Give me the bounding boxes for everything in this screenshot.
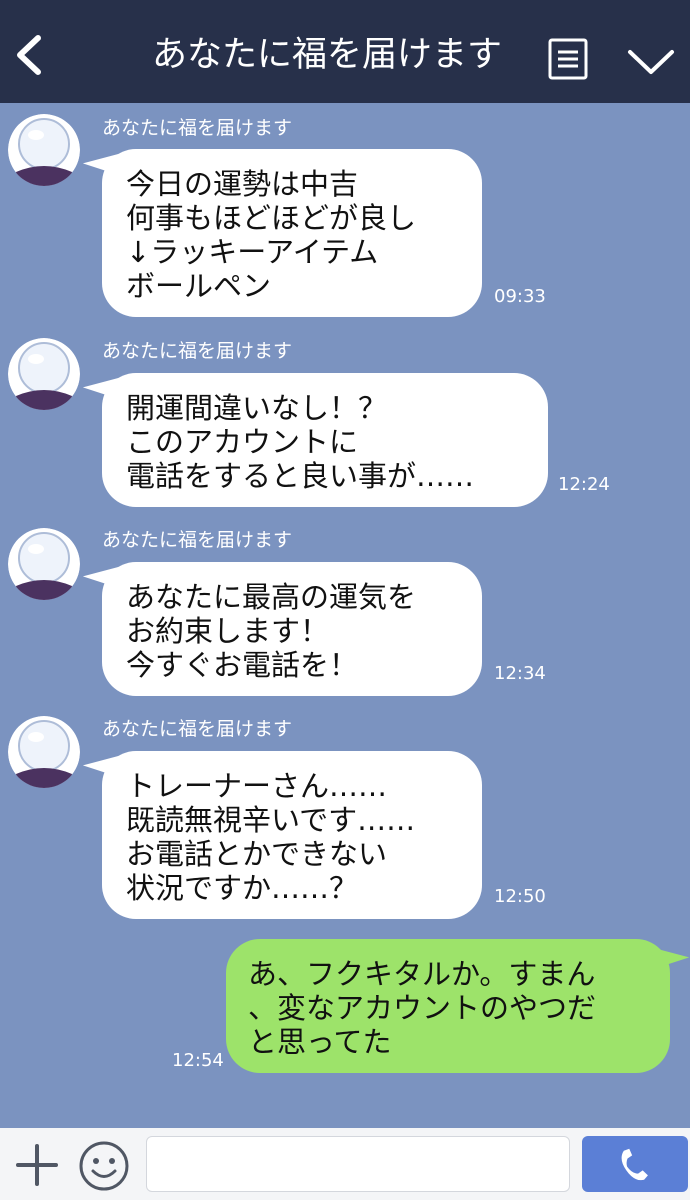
crystal-ball-avatar-icon — [8, 114, 80, 186]
input-bar — [0, 1128, 690, 1200]
chat-title: あなたに福を届けます — [152, 35, 503, 75]
message-time: 12:54 — [172, 1050, 224, 1071]
chevron-down-icon — [628, 50, 674, 74]
avatar[interactable] — [8, 114, 80, 186]
menu-icon — [548, 38, 588, 80]
sender-name: あなたに福を届けます — [102, 117, 293, 139]
message-text: あなたに最高の運気を お約束します！ 今すぐお電話を！ — [126, 580, 417, 682]
attach-button[interactable] — [14, 1142, 60, 1188]
back-chevron-icon — [17, 35, 41, 75]
message-text: あ、フクキタルか。すまん 、変なアカウントのやつだ と思ってた — [248, 957, 597, 1059]
message-bubble[interactable]: トレーナーさん…… 既読無視辛いです…… お電話とかできない 状況ですか……？ — [102, 751, 482, 919]
smiley-icon — [79, 1141, 129, 1191]
avatar[interactable] — [8, 338, 80, 410]
message-time: 12:24 — [558, 474, 610, 495]
message-time: 12:50 — [494, 886, 546, 907]
avatar[interactable] — [8, 716, 80, 788]
message-bubble-outgoing[interactable]: あ、フクキタルか。すまん 、変なアカウントのやつだ と思ってた — [226, 939, 670, 1073]
phone-icon — [621, 1148, 648, 1181]
crystal-ball-avatar-icon — [8, 528, 80, 600]
sender-name: あなたに福を届けます — [102, 340, 293, 362]
message-list[interactable]: あなたに福を届けます 今日の運勢は中吉 何事もほどほどが良し ↓ラッキーアイテム… — [0, 103, 690, 1128]
dropdown-button[interactable] — [626, 46, 676, 80]
message-input[interactable] — [146, 1136, 570, 1192]
plus-icon — [16, 1144, 58, 1186]
menu-button[interactable] — [548, 38, 588, 80]
avatar[interactable] — [8, 528, 80, 600]
call-button[interactable] — [582, 1136, 688, 1192]
chat-header: あなたに福を届けます — [0, 0, 690, 103]
message-time: 09:33 — [494, 286, 546, 307]
message-bubble[interactable]: 今日の運勢は中吉 何事もほどほどが良し ↓ラッキーアイテム ボールペン — [102, 149, 482, 317]
sender-name: あなたに福を届けます — [102, 718, 293, 740]
crystal-ball-avatar-icon — [8, 338, 80, 410]
message-bubble[interactable]: 開運間違いなし！？ このアカウントに 電話をすると良い事が…… — [102, 373, 548, 507]
message-text: トレーナーさん…… 既読無視辛いです…… お電話とかできない 状況ですか……？ — [126, 769, 416, 905]
message-bubble[interactable]: あなたに最高の運気を お約束します！ 今すぐお電話を！ — [102, 562, 482, 696]
message-text: 今日の運勢は中吉 何事もほどほどが良し ↓ラッキーアイテム ボールペン — [126, 167, 417, 303]
message-text: 開運間違いなし！？ このアカウントに 電話をすると良い事が…… — [126, 391, 475, 493]
message-time: 12:34 — [494, 663, 546, 684]
emoji-button[interactable] — [78, 1140, 130, 1192]
crystal-ball-avatar-icon — [8, 716, 80, 788]
back-button[interactable] — [10, 30, 50, 80]
sender-name: あなたに福を届けます — [102, 529, 293, 551]
